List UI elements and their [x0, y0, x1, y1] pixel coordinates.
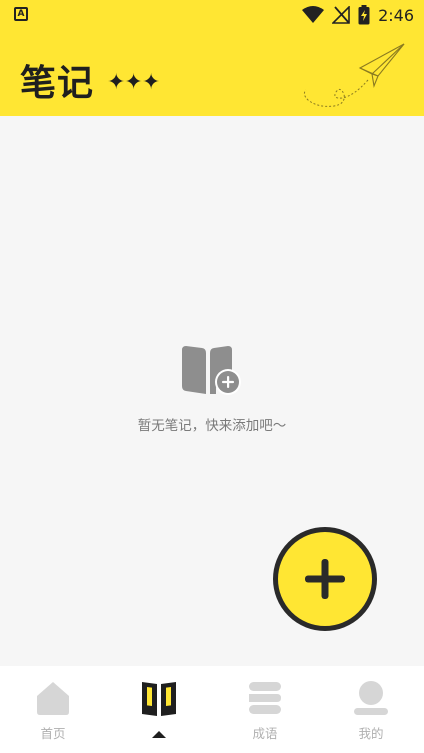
nav-label-home: 首页: [40, 726, 66, 741]
header-bar: A 2:46 笔记 ✦✦✦: [0, 0, 424, 116]
nav-label-me: 我的: [358, 726, 384, 741]
notes-icon: [142, 682, 176, 716]
active-indicator-icon: [152, 731, 166, 738]
empty-state-message: 暂无笔记，快来添加吧～: [137, 418, 287, 434]
sparkle-icon: ✦✦✦: [107, 70, 160, 95]
page-title: 笔记: [20, 62, 95, 104]
status-bar: A 2:46: [0, 0, 424, 30]
nav-item-home[interactable]: 首页: [0, 666, 106, 753]
nav-item-me[interactable]: 我的: [318, 666, 424, 753]
status-time: 2:46: [378, 5, 414, 25]
idiom-icon: [249, 682, 281, 714]
a-letter-icon: A: [14, 7, 28, 21]
status-right: 2:46: [302, 4, 414, 26]
nav-item-notes[interactable]: [106, 666, 212, 753]
wifi-icon: [302, 6, 325, 23]
add-notebook-icon: [182, 346, 241, 395]
battery-charging-icon: [358, 5, 370, 25]
add-note-button[interactable]: [273, 527, 377, 631]
bottom-nav: 首页 成语 我的: [0, 666, 424, 753]
nav-item-idioms[interactable]: 成语: [212, 666, 318, 753]
no-signal-icon: [332, 6, 350, 24]
nav-label-idioms: 成语: [252, 726, 278, 741]
paper-plane-icon: [303, 43, 405, 107]
profile-icon: [354, 681, 388, 715]
plus-icon: [305, 559, 345, 599]
home-icon: [37, 682, 69, 715]
